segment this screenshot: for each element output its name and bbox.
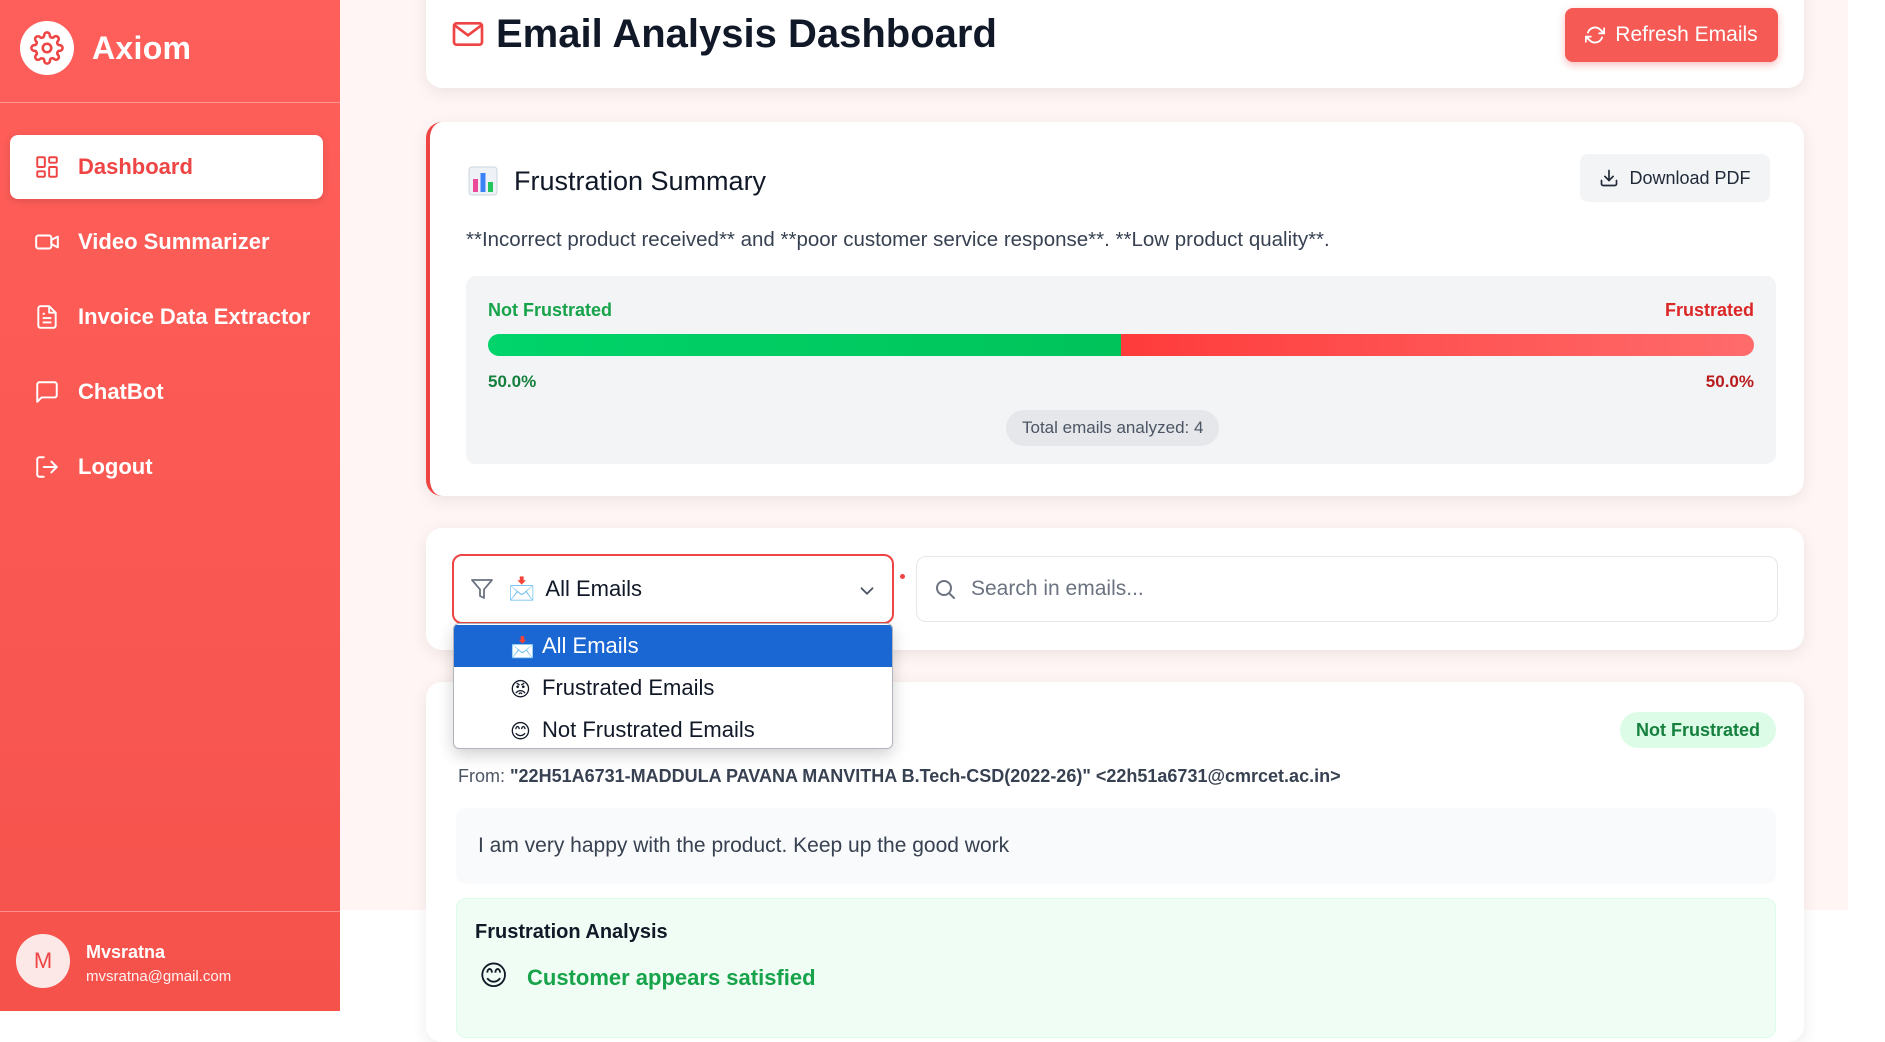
sidebar-item-label: Video Summarizer: [78, 229, 270, 254]
smiley-icon: 😊: [510, 721, 531, 743]
right-gutter: [1848, 0, 1885, 1011]
summary-title: Frustration Summary: [514, 166, 767, 196]
sidebar: Axiom Dashboard Video Summarizer Invoice…: [0, 0, 340, 1011]
chevron-down-icon: [860, 587, 874, 595]
frustrated-fill: [1121, 334, 1754, 356]
download-pdf-button[interactable]: Download PDF: [1580, 154, 1770, 202]
bottom-strip: [340, 910, 386, 1011]
chat-bubble-icon: [32, 377, 62, 407]
not-frustrated-label: Not Frustrated: [488, 300, 613, 320]
total-emails-badge: Total emails analyzed: 4: [1006, 410, 1220, 446]
analysis-title: Frustration Analysis: [475, 921, 668, 943]
frustrated-label: Frustrated: [1664, 300, 1754, 320]
sidebar-item-label: ChatBot: [78, 379, 164, 404]
email-body: I am very happy with the product. Keep u…: [456, 808, 1776, 884]
refresh-emails-button[interactable]: Refresh Emails: [1565, 8, 1778, 62]
email-from: From: "22H51A6731-MADDULA PAVANA MANVITH…: [458, 766, 1341, 787]
header-card: Email Analysis Dashboard Refresh Emails: [426, 0, 1804, 88]
from-value: "22H51A6731-MADDULA PAVANA MANVITHA B.Te…: [510, 766, 1341, 786]
refresh-icon: [1585, 26, 1606, 44]
sidebar-item-dashboard[interactable]: Dashboard: [10, 135, 323, 199]
incoming-envelope-icon: 📩: [508, 576, 536, 601]
incoming-envelope-icon: 📩: [510, 637, 535, 659]
sidebar-nav: Dashboard Video Summarizer Invoice Data …: [10, 135, 323, 510]
user-profile[interactable]: M Mvsratna mvsratna@gmail.com: [0, 911, 340, 1011]
filter-dropdown-list: 📩 All Emails 😡 Frustrated Emails 😊 Not F…: [453, 623, 893, 749]
summary-text: **Incorrect product received** and **poo…: [466, 228, 1330, 251]
sidebar-item-video-summarizer[interactable]: Video Summarizer: [10, 210, 323, 274]
user-email: mvsratna@gmail.com: [86, 968, 232, 985]
download-icon: [1601, 169, 1618, 187]
filter-icon: [471, 579, 493, 599]
page-title: Email Analysis Dashboard: [496, 12, 997, 56]
brand[interactable]: Axiom: [20, 20, 191, 76]
grid-icon: [32, 152, 62, 182]
sidebar-item-label: Dashboard: [78, 154, 193, 179]
search-field[interactable]: [916, 556, 1778, 622]
option-label: All Emails: [542, 633, 639, 658]
option-not-frustrated-emails[interactable]: 😊 Not Frustrated Emails: [454, 709, 892, 748]
sidebar-item-logout[interactable]: Logout: [10, 435, 323, 499]
email-filter-select[interactable]: 📩 All Emails: [452, 554, 894, 624]
sidebar-item-label: Invoice Data Extractor: [78, 304, 311, 329]
gear-logo-icon: [20, 21, 74, 75]
smiley-icon: 😊: [479, 960, 509, 991]
frustrated-percent: 50.0%: [1705, 372, 1754, 391]
filter-selected-value: All Emails: [545, 576, 642, 601]
status-badge: Not Frustrated: [1619, 712, 1776, 748]
not-frustrated-percent: 50.0%: [488, 372, 537, 391]
avatar: M: [16, 934, 70, 988]
sidebar-item-label: Logout: [78, 454, 153, 479]
brand-name: Axiom: [92, 29, 192, 66]
analysis-result: Customer appears satisfied: [527, 965, 816, 990]
logout-icon: [32, 452, 62, 482]
sidebar-item-invoice-data-extractor[interactable]: Invoice Data Extractor: [10, 285, 323, 349]
option-label: Frustrated Emails: [542, 675, 715, 700]
option-all-emails[interactable]: 📩 All Emails: [454, 625, 892, 667]
document-icon: [32, 302, 62, 332]
option-label: Not Frustrated Emails: [542, 717, 755, 742]
mail-icon: [452, 20, 484, 53]
frustration-bar: [488, 334, 1754, 356]
sidebar-item-chatbot[interactable]: ChatBot: [10, 360, 323, 424]
angry-face-icon: 😡: [510, 679, 531, 701]
frustration-meter: Not Frustrated Frustrated 50.0% 50.0% To…: [466, 276, 1776, 464]
frustration-summary-card: Frustration Summary Download PDF **Incor…: [426, 122, 1804, 496]
from-label: From:: [458, 766, 505, 786]
bar-chart-icon: [468, 166, 498, 201]
required-dot: [900, 574, 905, 579]
video-camera-icon: [32, 227, 62, 257]
search-icon: [936, 580, 955, 599]
refresh-label: Refresh Emails: [1615, 23, 1758, 46]
option-frustrated-emails[interactable]: 😡 Frustrated Emails: [454, 667, 892, 709]
download-label: Download PDF: [1629, 167, 1751, 188]
frustration-analysis: Frustration Analysis 😊 Customer appears …: [456, 898, 1776, 1038]
user-name: Mvsratna: [86, 942, 166, 962]
divider: [0, 102, 340, 103]
search-input[interactable]: [971, 577, 1751, 601]
not-frustrated-fill: [488, 334, 1121, 356]
